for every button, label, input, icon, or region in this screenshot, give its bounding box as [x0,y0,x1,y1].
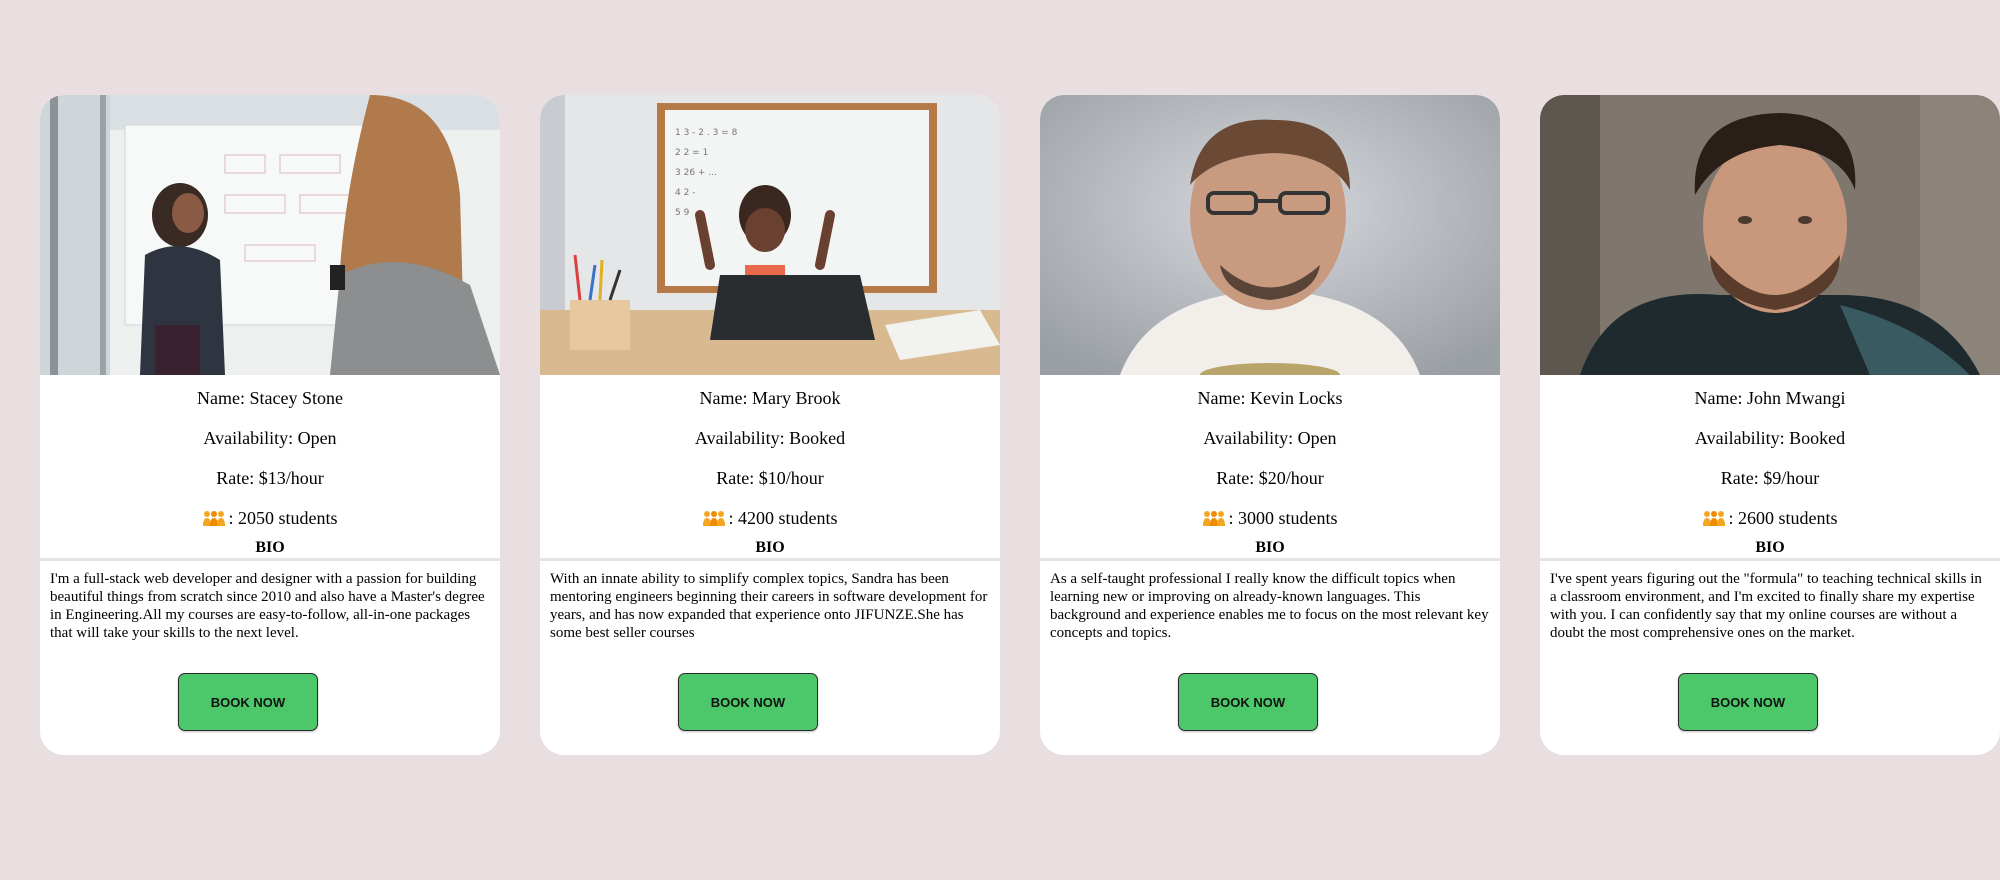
tutor-availability: Availability: Open [203,428,337,448]
tutor-card: 1 3 - 2 . 3 = 8 2 2 = 1 3 26 + ... 4 2 -… [540,95,1000,755]
tutor-bio: I've spent years figuring out the "formu… [1550,571,1982,641]
tutor-rate: Rate: $9/hour [1720,468,1820,488]
tutor-rate: Rate: $20/hour [1216,468,1324,488]
tutor-card: Name: Kevin Locks Availability: Open Rat… [1040,95,1500,755]
svg-text:2 2 = 1: 2 2 = 1 [675,148,708,158]
tutor-bio: As a self-taught professional I really k… [1050,571,1489,641]
bio-divider [1040,558,1500,561]
book-now-button[interactable]: BOOK NOW [678,673,818,731]
people-group-icon [1702,510,1726,526]
tutor-availability: Availability: Booked [1694,428,1846,448]
tutor-card: Name: John Mwangi Availability: Booked R… [1540,95,2000,755]
book-now-button[interactable]: BOOK NOW [1178,673,1318,731]
people-group-icon [702,510,726,526]
tutor-photo [1040,95,1500,375]
bio-heading: BIO [1755,539,1785,556]
tutor-photo [40,95,500,375]
tutor-students: : 3000 students [1040,508,1500,528]
tutor-name: Name: John Mwangi [1694,388,1846,408]
svg-text:3 26 + ...: 3 26 + ... [675,168,717,178]
tutor-availability: Availability: Booked [694,428,846,448]
book-now-button[interactable]: BOOK NOW [1678,673,1818,731]
tutor-name: Name: Mary Brook [699,388,841,408]
book-now-button[interactable]: BOOK NOW [178,673,318,731]
svg-text:1 3 - 2 . 3 = 8: 1 3 - 2 . 3 = 8 [675,128,738,138]
tutor-photo: 1 3 - 2 . 3 = 8 2 2 = 1 3 26 + ... 4 2 -… [540,95,1000,375]
tutor-photo [1540,95,2000,375]
tutor-rate: Rate: $10/hour [716,468,824,488]
bio-heading: BIO [255,539,285,556]
tutor-students: : 4200 students [540,508,1000,528]
tutor-students-count: : 2600 students [1728,508,1838,528]
tutor-card: Name: Stacey Stone Availability: Open Ra… [40,95,500,755]
bio-heading: BIO [1255,539,1285,556]
tutor-students: : 2600 students [1540,508,2000,528]
tutor-rate: Rate: $13/hour [216,468,324,488]
bio-heading: BIO [755,539,785,556]
tutor-students: : 2050 students [40,508,500,528]
tutor-bio: I'm a full-stack web developer and desig… [50,571,485,641]
tutor-students-count: : 3000 students [1228,508,1338,528]
svg-text:5 9: 5 9 [675,208,690,218]
tutor-students-count: : 2050 students [228,508,338,528]
tutor-name: Name: Kevin Locks [1197,388,1343,408]
people-group-icon [202,510,226,526]
people-group-icon [1202,510,1226,526]
tutor-name: Name: Stacey Stone [197,388,343,408]
tutor-bio: With an innate ability to simplify compl… [550,571,988,641]
tutor-card-list: Name: Stacey Stone Availability: Open Ra… [40,95,2000,755]
bio-divider [40,558,500,561]
tutor-availability: Availability: Open [1203,428,1337,448]
bio-divider [540,558,1000,561]
svg-text:4 2 -: 4 2 - [675,188,695,198]
bio-divider [1540,558,2000,561]
tutor-students-count: : 4200 students [728,508,838,528]
